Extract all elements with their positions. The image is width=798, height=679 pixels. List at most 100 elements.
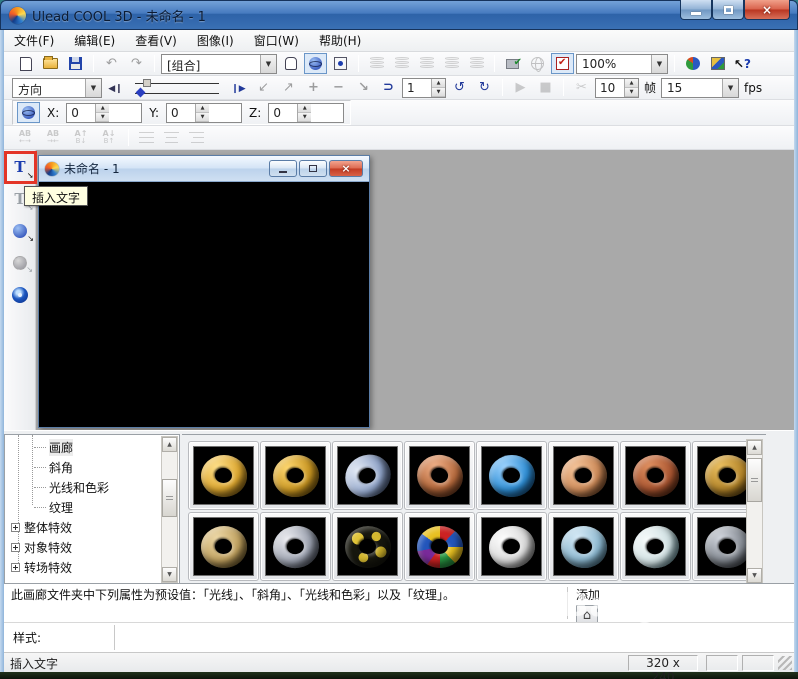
- document-title-bar[interactable]: 未命名 - 1 ×: [39, 156, 369, 182]
- tree-item-光线和色彩[interactable]: 光线和色彩: [6, 477, 160, 497]
- add-keyframe-button[interactable]: [302, 77, 325, 98]
- edit-graphics-button[interactable]: [7, 250, 33, 276]
- object-mode-button-4[interactable]: [440, 53, 463, 74]
- export-web-button[interactable]: [681, 53, 704, 74]
- save-button[interactable]: [64, 53, 87, 74]
- scroll-up-icon[interactable]: ▲: [747, 440, 762, 455]
- play-button[interactable]: [509, 77, 532, 98]
- chevron-down-icon[interactable]: ▼: [651, 54, 667, 73]
- resize-grip[interactable]: [778, 656, 792, 670]
- document-close-button[interactable]: ×: [329, 160, 363, 177]
- slider-thumb-diamond[interactable]: [135, 87, 146, 97]
- gallery-item-gold-double-ring-torus[interactable]: [260, 441, 331, 510]
- step-back-button[interactable]: [104, 77, 127, 98]
- title-bar[interactable]: Ulead COOL 3D - 未命名 - 1: [0, 0, 798, 30]
- gallery-item-blue-marble-torus[interactable]: [548, 512, 619, 581]
- tree-item-斜角[interactable]: 斜角: [6, 457, 160, 477]
- object-mode-button-3[interactable]: [415, 53, 438, 74]
- object-mode-button-2[interactable]: [390, 53, 413, 74]
- align-left-button[interactable]: [135, 127, 158, 148]
- object-mode-button-5[interactable]: [465, 53, 488, 74]
- spinner-arrows[interactable]: ▲ ▼: [431, 78, 445, 97]
- export-image-button[interactable]: [706, 53, 729, 74]
- spinner-arrows[interactable]: ▲ ▼: [297, 103, 312, 122]
- trim-button[interactable]: [570, 77, 593, 98]
- step-forward-button[interactable]: [227, 77, 250, 98]
- gallery-item-white-teal-torus[interactable]: [620, 512, 691, 581]
- open-button[interactable]: [39, 53, 62, 74]
- keyframe-sliders[interactable]: [129, 78, 225, 98]
- spinner-arrows[interactable]: ▲ ▼: [95, 103, 110, 122]
- direction-combo[interactable]: 方向 ▼: [12, 77, 102, 98]
- menu-help[interactable]: 帮助(H): [309, 29, 371, 52]
- object-mode-button-1[interactable]: [365, 53, 388, 74]
- document-maximize-button[interactable]: [299, 160, 327, 177]
- tree-item-纹理[interactable]: 纹理: [6, 497, 160, 517]
- chevron-down-icon[interactable]: ▼: [85, 78, 101, 97]
- menu-view[interactable]: 查看(V): [125, 29, 187, 52]
- current-frame-spinner[interactable]: 1 ▲ ▼: [402, 77, 446, 98]
- object-group-combo[interactable]: [组合] ▼: [161, 53, 277, 74]
- dialog-toggle-button[interactable]: [551, 53, 574, 74]
- expand-plus-icon[interactable]: [11, 542, 20, 552]
- last-frame-button[interactable]: [277, 77, 300, 98]
- spinner-arrows[interactable]: ▲ ▼: [195, 103, 210, 122]
- scroll-down-icon[interactable]: ▼: [162, 567, 177, 582]
- menu-edit[interactable]: 编辑(E): [64, 29, 125, 52]
- gallery-item-chrome-slotted-torus[interactable]: [260, 512, 331, 581]
- spin-down-icon[interactable]: ▼: [196, 112, 210, 122]
- scrollbar-thumb[interactable]: [162, 479, 177, 517]
- gallery-item-stained-glass-torus[interactable]: [404, 512, 475, 581]
- minimize-button[interactable]: [680, 0, 712, 20]
- align-center-button[interactable]: [160, 127, 183, 148]
- quality-check-button[interactable]: [501, 53, 524, 74]
- baseline-down-button[interactable]: A↓ B↑: [96, 127, 122, 148]
- expand-plus-icon[interactable]: [11, 562, 20, 572]
- media-disc-button[interactable]: [7, 282, 33, 308]
- resize-tool-button[interactable]: [329, 53, 352, 74]
- gallery-item-blue-droplet-torus[interactable]: [476, 441, 547, 510]
- stop-button[interactable]: [534, 77, 557, 98]
- gallery-item-rust-carved-torus[interactable]: [620, 441, 691, 510]
- context-help-button[interactable]: ↖?: [731, 53, 754, 74]
- rotate-mode-button[interactable]: [17, 102, 40, 123]
- menu-file[interactable]: 文件(F): [4, 29, 64, 52]
- spinner-arrows[interactable]: ▲ ▼: [624, 78, 638, 97]
- chevron-down-icon[interactable]: ▼: [260, 54, 276, 73]
- orbit-loop-button[interactable]: [473, 77, 496, 98]
- z-spinner[interactable]: 0 ▲ ▼: [268, 102, 345, 123]
- document-minimize-button[interactable]: [269, 160, 297, 177]
- spin-down-icon[interactable]: ▼: [96, 112, 110, 122]
- spin-down-icon[interactable]: ▼: [432, 87, 445, 97]
- close-button[interactable]: ×: [744, 0, 790, 20]
- render-canvas[interactable]: [42, 182, 366, 424]
- x-spinner[interactable]: 0 ▲ ▼: [66, 102, 143, 123]
- gallery-scrollbar[interactable]: ▲ ▼: [746, 439, 763, 584]
- zoom-combo[interactable]: 100% ▼: [576, 53, 668, 74]
- chevron-down-icon[interactable]: ▼: [722, 78, 739, 97]
- loop-button[interactable]: [448, 77, 471, 98]
- gallery-item-gold-nugget-torus[interactable]: [188, 512, 259, 581]
- gallery-item-black-yellow-camo-torus[interactable]: [332, 512, 403, 581]
- spin-up-icon[interactable]: ▲: [625, 78, 638, 88]
- tree-item-画廊[interactable]: 画廊: [6, 437, 160, 457]
- total-frames-spinner[interactable]: 10 ▲ ▼: [595, 77, 639, 98]
- tree-item-转场特效[interactable]: 转场特效: [6, 557, 160, 577]
- scrollbar-thumb[interactable]: [747, 458, 762, 502]
- new-button[interactable]: [14, 53, 37, 74]
- web-preview-button[interactable]: [526, 53, 549, 74]
- insert-graphics-button[interactable]: [7, 218, 34, 244]
- first-frame-button[interactable]: [252, 77, 275, 98]
- expand-plus-icon[interactable]: [11, 522, 20, 532]
- reverse-button[interactable]: [377, 77, 400, 98]
- spin-up-icon[interactable]: ▲: [432, 78, 445, 88]
- redo-button[interactable]: [125, 53, 148, 74]
- spin-up-icon[interactable]: ▲: [96, 103, 110, 113]
- undo-button[interactable]: [100, 53, 123, 74]
- kerning-condense-button[interactable]: AB →←: [40, 127, 66, 148]
- tree-item-对象特效[interactable]: 对象特效: [6, 537, 160, 557]
- menu-window[interactable]: 窗口(W): [244, 29, 309, 52]
- fps-combo[interactable]: 15 ▼: [661, 77, 740, 98]
- gallery-item-gold-smooth-torus[interactable]: [188, 441, 259, 510]
- align-right-button[interactable]: [185, 127, 208, 148]
